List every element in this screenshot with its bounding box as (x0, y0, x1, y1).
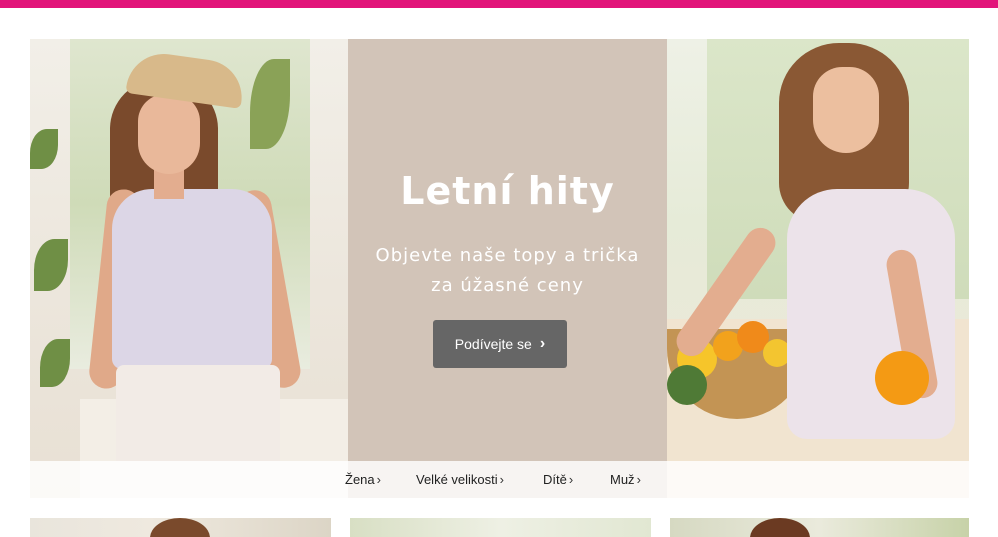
shop-now-button[interactable]: Podívejte se › (433, 320, 567, 368)
brand-top-bar (0, 0, 998, 8)
hero-banner[interactable]: Letní hity Objevte naše topy a trička za… (30, 39, 969, 498)
chevron-right-icon: › (376, 472, 381, 487)
category-link-muz[interactable]: Muž › (610, 461, 641, 498)
chevron-right-icon: › (636, 472, 641, 487)
hero-image-left (30, 39, 348, 498)
category-link-zena[interactable]: Žena › (345, 461, 381, 498)
promo-tile-2[interactable] (350, 518, 651, 537)
category-nav: Žena › Velké velikosti › Dítě › Muž › (30, 461, 969, 498)
chevron-right-icon: › (499, 472, 504, 487)
category-label: Žena (345, 472, 375, 487)
chevron-right-icon: › (539, 335, 546, 352)
category-label: Dítě (543, 472, 567, 487)
hero-copy: Letní hity Objevte naše topy a trička za… (348, 39, 667, 498)
promo-tile-1[interactable] (30, 518, 331, 537)
shop-now-label: Podívejte se (454, 336, 532, 352)
hero-title: Letní hity (400, 169, 615, 213)
hero-image-right (667, 39, 969, 498)
chevron-right-icon: › (568, 472, 574, 487)
category-label: Velké velikosti (416, 472, 498, 487)
category-link-dite[interactable]: Dítě › (543, 461, 573, 498)
promo-tile-3[interactable] (670, 518, 969, 537)
category-label: Muž (610, 472, 635, 487)
category-link-velke-velikosti[interactable]: Velké velikosti › (416, 461, 504, 498)
hero-subtitle: Objevte naše topy a trička za úžasné cen… (375, 245, 640, 296)
